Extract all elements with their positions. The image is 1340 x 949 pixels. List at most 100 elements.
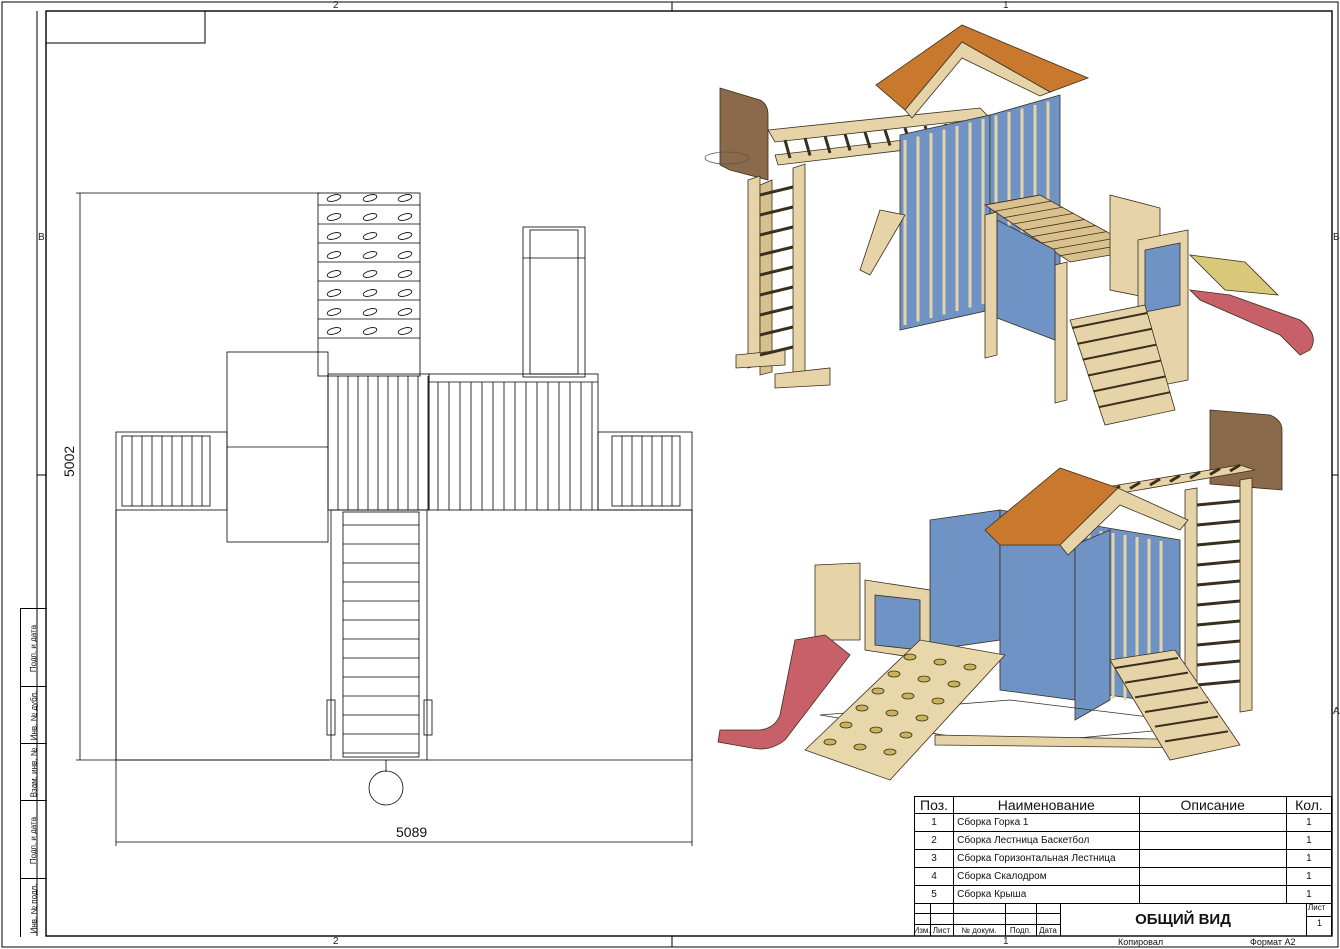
sheet-label: Лист bbox=[1308, 903, 1326, 912]
plan-deck-main bbox=[327, 373, 430, 511]
climbing-hold-icon bbox=[917, 675, 931, 683]
climbing-hold-icon bbox=[362, 251, 378, 259]
format-label: Формат А2 bbox=[1250, 937, 1296, 947]
zone-marker-top: 2 bbox=[333, 0, 339, 11]
bom-row: 5 Сборка Крыша 1 bbox=[913, 885, 1333, 904]
bom-header-row: Поз. Наименование Описание Кол. bbox=[913, 796, 1333, 814]
bom-header-name: Наименование bbox=[953, 796, 1140, 814]
climbing-hold-icon bbox=[397, 308, 413, 316]
bom-qty: 1 bbox=[1285, 885, 1333, 904]
climbing-hold-icon bbox=[326, 308, 342, 316]
ladder-rung bbox=[1196, 559, 1241, 567]
copied-label: Копировал bbox=[1118, 937, 1164, 947]
top-left-stamp-box bbox=[45, 10, 206, 44]
climbing-hold-icon bbox=[362, 213, 378, 221]
climbing-hold-icon bbox=[883, 748, 897, 756]
zone-marker-right-b: B bbox=[1333, 232, 1340, 243]
climbing-hold-icon bbox=[397, 213, 413, 221]
climbing-hold-icon bbox=[326, 289, 342, 297]
plan-view bbox=[76, 192, 693, 846]
bom-desc bbox=[1138, 831, 1287, 850]
climbing-hold-icon bbox=[915, 714, 929, 722]
zone-marker-bottom-right: 1 bbox=[1003, 936, 1009, 947]
bom-header-desc: Описание bbox=[1138, 796, 1287, 814]
ladder-rung bbox=[1196, 679, 1241, 687]
plan-basketball-hoop bbox=[368, 770, 404, 806]
climbing-hold-icon bbox=[326, 270, 342, 278]
bom-qty: 1 bbox=[1285, 849, 1333, 868]
ladder-rung bbox=[1196, 579, 1241, 587]
plan-slide bbox=[522, 226, 586, 378]
bom-table: Поз. Наименование Описание Кол. 1 Сборка … bbox=[913, 796, 1333, 904]
bom-name: Сборка Скалодром bbox=[953, 867, 1140, 886]
bom-row: 3 Сборка Горизонтальная Лестница 1 bbox=[913, 849, 1333, 868]
zone-marker-right-a: A bbox=[1333, 706, 1340, 717]
side-stamp-cell: Инв. № подл. bbox=[20, 878, 47, 937]
bom-desc bbox=[1138, 849, 1287, 868]
bom-row: 1 Сборка Горка 11 bbox=[913, 813, 1333, 832]
climbing-hold-icon bbox=[326, 213, 342, 221]
climbing-hold-icon bbox=[326, 232, 342, 240]
side-stamp-cell: Взам. инв. № bbox=[20, 743, 47, 801]
bom-header-pos: Поз. bbox=[913, 796, 955, 814]
climbing-hold-icon bbox=[853, 743, 867, 751]
climbing-hold-icon bbox=[397, 251, 413, 259]
climbing-hold-icon bbox=[362, 327, 378, 335]
ladder-rung bbox=[1196, 519, 1241, 527]
bom-qty: 1 bbox=[1285, 831, 1333, 850]
iso-view-back bbox=[717, 409, 1283, 781]
bom-name: Сборка Крыша bbox=[953, 885, 1140, 904]
climbing-hold-icon bbox=[933, 658, 947, 666]
dimension-label-width: 5089 bbox=[396, 824, 428, 840]
zone-marker-top-right: 1 bbox=[1003, 0, 1009, 11]
ladder-rung bbox=[1196, 659, 1241, 667]
climbing-hold-icon bbox=[397, 327, 413, 335]
bom-header-qty: Кол. bbox=[1285, 796, 1333, 814]
bom-name: Сборка Горка 1 bbox=[953, 813, 1140, 832]
tb-col-change: Изм. bbox=[913, 926, 931, 935]
tb-col-date: Дата bbox=[1039, 926, 1057, 935]
climbing-hold-icon bbox=[839, 721, 853, 729]
bom-desc bbox=[1138, 813, 1287, 832]
bom-row: 2 Сборка Лестница Баскетбол 1 bbox=[913, 831, 1333, 850]
climbing-hold-icon bbox=[947, 680, 961, 688]
bom-pos: 5 bbox=[913, 885, 955, 904]
climbing-hold-icon bbox=[855, 704, 869, 712]
climbing-hold-icon bbox=[903, 653, 917, 661]
climbing-hold-icon bbox=[326, 251, 342, 259]
bom-desc bbox=[1138, 867, 1287, 886]
climbing-hold-icon bbox=[869, 726, 883, 734]
climbing-hold-icon bbox=[899, 731, 913, 739]
zone-marker-left-b: B bbox=[38, 232, 45, 243]
side-stamp-cell: Подп. и дата bbox=[20, 800, 47, 879]
sheet-number: 1 bbox=[1316, 918, 1322, 928]
iso1-slide bbox=[1188, 289, 1314, 356]
climbing-hold-icon bbox=[885, 709, 899, 717]
climbing-hold-icon bbox=[887, 670, 901, 678]
bom-pos: 3 bbox=[913, 849, 955, 868]
bom-qty: 1 bbox=[1285, 813, 1333, 832]
climbing-hold-icon bbox=[901, 692, 915, 700]
side-stamp-cell: Подп. и дата bbox=[20, 608, 47, 687]
climbing-hold-icon bbox=[963, 663, 977, 671]
climbing-hold-icon bbox=[397, 270, 413, 278]
climbing-hold-icon bbox=[326, 327, 342, 335]
dimension-label-height: 5002 bbox=[61, 445, 77, 477]
ladder-rung bbox=[1196, 539, 1241, 547]
zone-marker-bottom: 2 bbox=[333, 936, 339, 947]
climbing-hold-icon bbox=[823, 738, 837, 746]
climbing-hold-icon bbox=[931, 697, 945, 705]
climbing-hold-icon bbox=[362, 232, 378, 240]
bom-name: Сборка Лестница Баскетбол bbox=[953, 831, 1140, 850]
bom-desc bbox=[1138, 885, 1287, 904]
climbing-hold-icon bbox=[326, 194, 342, 202]
plan-ladder bbox=[330, 509, 428, 761]
iso-view-front bbox=[704, 24, 1314, 426]
ladder-rung bbox=[1196, 639, 1241, 647]
climbing-hold-icon bbox=[362, 270, 378, 278]
side-stamp-cell: Инв. № дубл. bbox=[20, 686, 47, 744]
ladder-rung bbox=[1196, 499, 1241, 507]
climbing-hold-icon bbox=[397, 194, 413, 202]
drawing-title: ОБЩИЙ ВИД bbox=[1135, 910, 1231, 928]
bom-pos: 4 bbox=[913, 867, 955, 886]
